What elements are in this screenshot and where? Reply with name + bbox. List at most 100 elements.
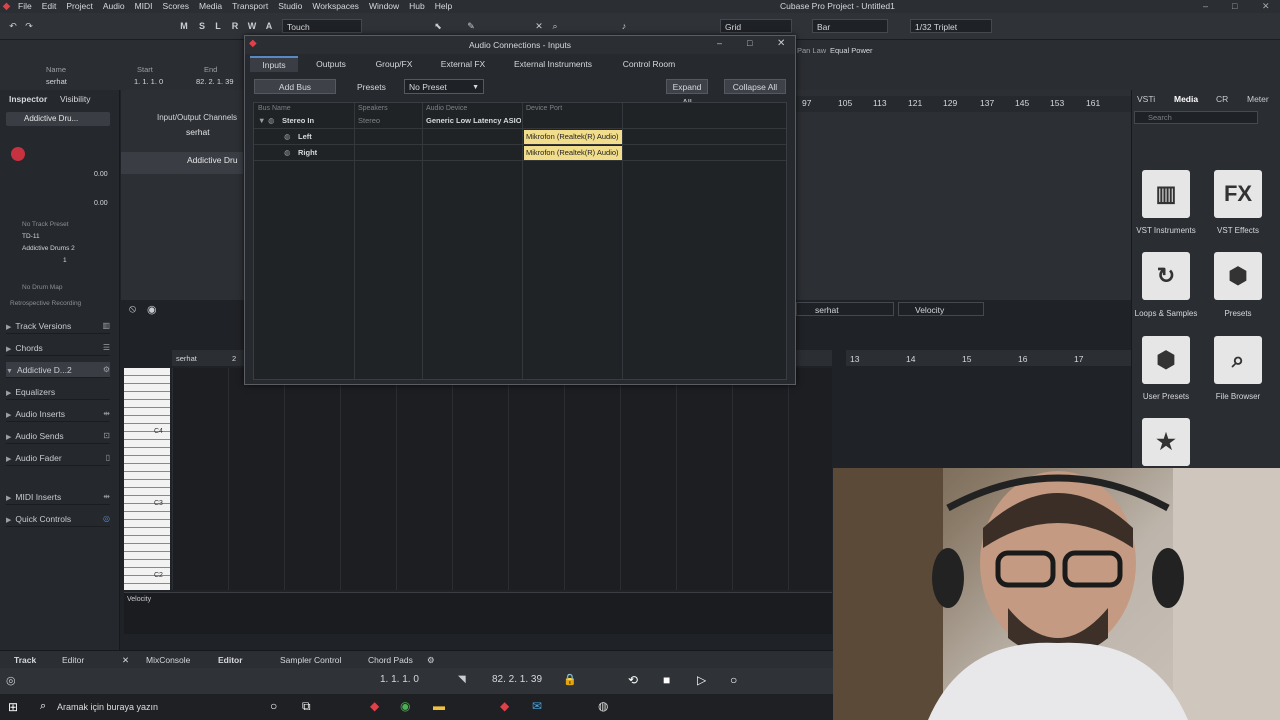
windows-start-icon[interactable]: ⊞ bbox=[8, 700, 18, 714]
tab-control-room[interactable]: Control Room bbox=[617, 56, 681, 72]
channel-name[interactable]: Left bbox=[298, 132, 312, 141]
midi-input[interactable]: TD-11 bbox=[22, 233, 40, 240]
tab-media[interactable]: Media bbox=[1174, 94, 1198, 104]
track-1-name[interactable]: serhat bbox=[186, 127, 210, 137]
pan-value[interactable]: 0.00 bbox=[94, 200, 108, 207]
device-port-select[interactable]: Mikrofon (Realtek(R) Audio) bbox=[524, 146, 622, 160]
file-browser-label[interactable]: File Browser bbox=[1202, 392, 1274, 401]
tab-meter[interactable]: Meter bbox=[1247, 94, 1269, 104]
lower-zone-settings-icon[interactable]: ⚙ bbox=[427, 655, 435, 666]
table-row[interactable]: ▼ ◍ Stereo In Stereo Generic Low Latency… bbox=[254, 113, 786, 129]
editor-track-select[interactable]: serhat bbox=[796, 302, 894, 316]
menu-transport[interactable]: Transport bbox=[227, 0, 273, 13]
menu-studio[interactable]: Studio bbox=[273, 0, 307, 13]
track-preset[interactable]: No Track Preset bbox=[22, 221, 69, 228]
tab-mixconsole[interactable]: MixConsole bbox=[146, 655, 190, 665]
menu-project[interactable]: Project bbox=[61, 0, 97, 13]
project-ruler[interactable]: 97 105 113 121 129 137 145 153 161 bbox=[796, 96, 1131, 112]
midi-output[interactable]: Addictive Drums 2 bbox=[22, 245, 75, 252]
draw-tool-icon[interactable]: ✎ bbox=[465, 19, 477, 33]
section-chords[interactable]: ▶ Chords ☰ bbox=[6, 340, 110, 356]
right-locator-icon[interactable]: ◥ bbox=[458, 674, 466, 685]
menu-audio[interactable]: Audio bbox=[98, 0, 130, 13]
column-device-port[interactable]: Device Port bbox=[526, 105, 562, 112]
dialog-minimize-icon[interactable]: – bbox=[717, 38, 722, 48]
midi-channel[interactable]: 1 bbox=[63, 257, 67, 264]
user-presets-tile-icon[interactable]: ⬢ bbox=[1142, 336, 1190, 384]
media-search-input[interactable]: Search bbox=[1134, 111, 1258, 124]
tab-inspector[interactable]: Inspector bbox=[9, 94, 47, 104]
vst-effects-tile-icon[interactable]: FX bbox=[1214, 170, 1262, 218]
section-audio-inserts[interactable]: ▶ Audio Inserts ⇹ bbox=[6, 406, 110, 422]
column-speakers[interactable]: Speakers bbox=[358, 105, 388, 112]
menu-help[interactable]: Help bbox=[430, 0, 457, 13]
tab-inputs[interactable]: Inputs bbox=[250, 56, 298, 72]
pan-law-value[interactable]: Equal Power bbox=[830, 46, 873, 55]
solo-editor-icon[interactable]: ⦸ bbox=[129, 303, 136, 316]
mute-all-button[interactable]: M bbox=[178, 19, 190, 33]
start-value[interactable]: 1. 1. 1. 0 bbox=[134, 77, 163, 86]
tab-editor-left[interactable]: Editor bbox=[62, 655, 84, 665]
obs-icon[interactable]: ◍ bbox=[598, 699, 608, 713]
velocity-lane[interactable]: Velocity bbox=[124, 592, 832, 634]
grid-unit-select[interactable]: Bar bbox=[812, 19, 888, 33]
tab-editor[interactable]: Editor bbox=[218, 655, 243, 665]
note-grid[interactable] bbox=[172, 368, 832, 590]
play-icon[interactable]: ▷ bbox=[697, 673, 706, 687]
undo-icon[interactable]: ↶ bbox=[6, 19, 20, 33]
loops-samples-label[interactable]: Loops & Samples bbox=[1130, 309, 1202, 318]
tab-cr[interactable]: CR bbox=[1216, 94, 1228, 104]
maximize-icon[interactable]: □ bbox=[1232, 0, 1237, 13]
section-track-versions[interactable]: ▶ Track Versions ▥ bbox=[6, 318, 110, 334]
close-icon[interactable]: ✕ bbox=[1262, 0, 1270, 13]
task-view-icon[interactable]: ⧉ bbox=[302, 699, 311, 714]
dialog-close-icon[interactable]: ✕ bbox=[777, 38, 785, 49]
menu-window[interactable]: Window bbox=[364, 0, 404, 13]
collapse-all-button[interactable]: Collapse All bbox=[724, 79, 786, 94]
cubase-taskbar-icon[interactable]: ◆ bbox=[370, 699, 379, 713]
user-presets-label[interactable]: User Presets bbox=[1130, 392, 1202, 401]
tab-group-fx[interactable]: Group/FX bbox=[367, 56, 421, 72]
chrome-icon[interactable]: ◉ bbox=[400, 699, 410, 713]
section-instrument[interactable]: ▼ Addictive D...2 ⚙ bbox=[6, 362, 110, 378]
column-audio-device[interactable]: Audio Device bbox=[426, 105, 467, 112]
tab-sampler-control[interactable]: Sampler Control bbox=[280, 655, 341, 665]
vst-instruments-label[interactable]: VST Instruments bbox=[1130, 226, 1202, 235]
left-locator-value[interactable]: 1. 1. 1. 0 bbox=[380, 674, 419, 685]
inspector-track-header[interactable]: Addictive Dru... bbox=[6, 112, 110, 126]
volume-value[interactable]: 0.00 bbox=[94, 171, 108, 178]
retrospective-recording[interactable]: Retrospective Recording bbox=[10, 300, 81, 307]
vst-effects-label[interactable]: VST Effects bbox=[1202, 226, 1274, 235]
section-midi-inserts[interactable]: ▶ MIDI Inserts ⇹ bbox=[6, 489, 110, 505]
loops-samples-tile-icon[interactable]: ↻ bbox=[1142, 252, 1190, 300]
controller-lane-select[interactable]: Velocity bbox=[898, 302, 984, 316]
end-value[interactable]: 82. 2. 1. 39 bbox=[196, 77, 234, 86]
redo-icon[interactable]: ↷ bbox=[22, 19, 36, 33]
solo-all-button[interactable]: S bbox=[196, 19, 208, 33]
cubase-taskbar-icon-2[interactable]: ◆ bbox=[500, 699, 509, 713]
device-port-select[interactable]: Mikrofon (Realtek(R) Audio) bbox=[524, 130, 622, 144]
editor-ruler-right[interactable]: 13 14 15 16 17 bbox=[846, 350, 1131, 366]
zoom-tool-icon[interactable]: ⌕ bbox=[549, 19, 561, 33]
automation-button[interactable]: A bbox=[263, 19, 275, 33]
collapse-icon[interactable]: ▼ bbox=[258, 116, 265, 125]
right-locator-value[interactable]: 82. 2. 1. 39 bbox=[492, 674, 542, 685]
tab-vsti[interactable]: VSTi bbox=[1137, 94, 1155, 104]
tab-chord-pads[interactable]: Chord Pads bbox=[368, 655, 413, 665]
tab-track[interactable]: Track bbox=[14, 655, 36, 665]
taskbar-search-placeholder[interactable]: Aramak için buraya yazın bbox=[57, 702, 158, 712]
bus-audio-device[interactable]: Generic Low Latency ASIO D bbox=[426, 116, 521, 125]
close-lower-zone-icon[interactable]: ✕ bbox=[122, 655, 129, 666]
menu-hub[interactable]: Hub bbox=[404, 0, 430, 13]
lock-icon[interactable]: 🔒 bbox=[563, 673, 577, 686]
folder-track-name[interactable]: Input/Output Channels bbox=[157, 113, 237, 122]
menu-scores[interactable]: Scores bbox=[158, 0, 194, 13]
menu-midi[interactable]: MIDI bbox=[130, 0, 158, 13]
section-audio-fader[interactable]: ▶ Audio Fader ▯ bbox=[6, 450, 110, 466]
piano-keyboard[interactable]: C4 C3 C2 bbox=[124, 368, 170, 590]
menu-workspaces[interactable]: Workspaces bbox=[307, 0, 364, 13]
tab-external-instruments[interactable]: External Instruments bbox=[509, 56, 597, 72]
quantize-select[interactable]: 1/32 Triplet bbox=[910, 19, 992, 33]
mute-tool-icon[interactable]: ✕ bbox=[533, 19, 545, 33]
dialog-title-bar[interactable]: ◆ Audio Connections - Inputs – □ ✕ bbox=[245, 36, 795, 54]
